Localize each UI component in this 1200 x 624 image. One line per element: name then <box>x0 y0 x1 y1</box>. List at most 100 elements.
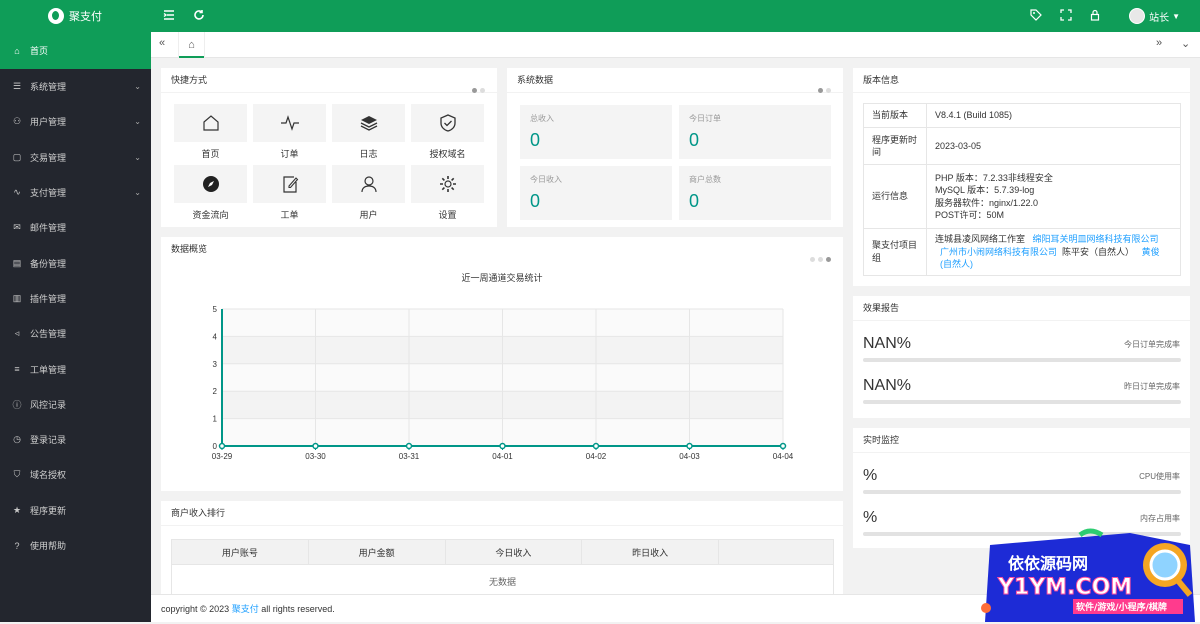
info-icon: ⓘ <box>12 399 22 410</box>
sidebar-item-update[interactable]: ★ 程序更新 <box>0 493 151 528</box>
col-today[interactable]: 今日收入 <box>444 539 583 565</box>
sidebar-item-help[interactable]: ? 使用帮助 <box>0 528 151 563</box>
sidebar-item-backup[interactable]: ▤ 备份管理 <box>0 245 151 280</box>
today-completion-bar <box>863 358 1181 362</box>
tab-bar: « ⌂ » ⌄ <box>151 32 1200 58</box>
gear-icon <box>411 165 484 203</box>
users-icon <box>332 165 405 203</box>
note-icon: ▤ <box>12 257 22 268</box>
quick-card: 快捷方式 首页 订单 日志 授权域名 资金流向 工单 用户 设置 <box>161 68 497 227</box>
layers-icon <box>332 104 405 142</box>
home-icon <box>174 104 247 142</box>
menu-fold-icon[interactable] <box>162 9 176 23</box>
chart-icon: ▥ <box>12 292 22 303</box>
tabs-right-icon[interactable]: » <box>1156 37 1162 49</box>
stat-merchants: 商户总数 0 <box>679 166 831 220</box>
data-point <box>499 442 506 450</box>
data-point <box>592 442 600 450</box>
yesterday-completion-label: 昨日订单完成率 <box>1124 382 1180 391</box>
team-link-3[interactable]: 黄俊 <box>1142 247 1160 257</box>
sysdata-card: 系统数据 总收入 0 今日订单 0 今日收入 0 商户总数 0 <box>507 68 843 227</box>
quick-logs[interactable]: 日志 <box>332 104 405 159</box>
sidebar-item-ticket[interactable]: ≡ 工单管理 <box>0 351 151 386</box>
yesterday-completion-bar <box>863 400 1181 404</box>
sysdata-title: 系统数据 <box>507 68 843 93</box>
sidebar: ⌂ 首页 ☰ 系统管理 ⌄ ⚇ 用户管理 ⌄ ▢ 交易管理 ⌄ ∿ 支付管理 ⌄ ✉ 邮件管理 ▤ 备… <box>0 32 151 622</box>
user-menu[interactable]: 站长 ▼ <box>1129 8 1180 24</box>
col-amount[interactable]: 用户金额 <box>307 539 446 565</box>
fullscreen-icon[interactable] <box>1059 9 1073 23</box>
svg-text:Y1YM.COM: Y1YM.COM <box>997 575 1132 600</box>
yesterday-completion-value: NAN% <box>863 377 912 394</box>
refresh-icon[interactable] <box>192 9 206 23</box>
star-icon: ★ <box>12 504 22 515</box>
team-link-2[interactable]: 广州市小闹网络科技有限公司 <box>940 247 1057 257</box>
lock-icon[interactable] <box>1088 9 1102 23</box>
quick-orders[interactable]: 订单 <box>253 104 326 159</box>
tab-home[interactable]: ⌂ <box>178 32 205 58</box>
mail-icon: ✉ <box>13 222 21 233</box>
shield-icon: ⛉ <box>13 469 21 480</box>
tabs-left-icon[interactable]: « <box>159 37 165 49</box>
sidebar-item-notice[interactable]: ◃ 公告管理 <box>0 316 151 351</box>
chevron-down-icon: ⌄ <box>134 188 141 198</box>
version-title: 版本信息 <box>853 68 1190 93</box>
tag-icon[interactable] <box>1029 9 1043 23</box>
team-link-1[interactable]: 绵阳耳关明皿网络科技有限公司 <box>1033 234 1159 244</box>
quick-funds[interactable]: 资金流向 <box>174 165 247 220</box>
carousel-dots[interactable] <box>815 78 831 103</box>
sidebar-item-risk[interactable]: ⓘ 风控记录 <box>0 387 151 422</box>
line-chart: 近一周通道交易统计 0 1 2 3 4 5 03-29 03-30 03-31 04-01 04-0… <box>212 272 794 461</box>
effect-card: 效果报告 NAN% 今日订单完成率 NAN% 昨日订单完成率 <box>853 296 1190 418</box>
data-point <box>218 442 226 450</box>
overview-card: 数据概览 近一周通道交易统计 0 1 2 3 4 5 03-29 03-30 03-31 04-0… <box>161 237 843 491</box>
cpu-value: % <box>863 467 878 484</box>
carousel-dots[interactable] <box>469 78 485 103</box>
col-yesterday[interactable]: 昨日收入 <box>581 539 719 565</box>
data-point <box>312 442 319 450</box>
today-completion-value: NAN% <box>863 335 912 352</box>
cpu-bar <box>863 490 1181 494</box>
sidebar-item-login-log[interactable]: ◷ 登录记录 <box>0 422 151 457</box>
y-tick-label: 5 <box>213 305 218 314</box>
col-account[interactable]: 用户账号 <box>171 539 309 565</box>
data-point <box>686 442 693 450</box>
tabs-menu-icon[interactable]: ⌄ <box>1181 37 1190 50</box>
sidebar-item-trade[interactable]: ▢ 交易管理 ⌄ <box>0 140 151 175</box>
sidebar-item-plugin[interactable]: ▥ 插件管理 <box>0 281 151 316</box>
sidebar-item-users[interactable]: ⚇ 用户管理 ⌄ <box>0 104 151 139</box>
speaker-icon: ◃ <box>14 328 20 339</box>
quick-users[interactable]: 用户 <box>332 165 405 220</box>
quick-tickets[interactable]: 工单 <box>253 165 326 220</box>
stat-today-income: 今日收入 0 <box>520 166 672 220</box>
help-icon: ? <box>14 540 20 551</box>
quick-home[interactable]: 首页 <box>174 104 247 159</box>
x-tick-label: 04-04 <box>773 452 794 461</box>
y-tick-label: 4 <box>213 332 218 341</box>
monitor-title: 实时监控 <box>853 428 1190 453</box>
svg-text:依依源码网: 依依源码网 <box>1008 554 1088 573</box>
list-icon: ≡ <box>14 364 20 375</box>
sidebar-item-system[interactable]: ☰ 系统管理 ⌄ <box>0 69 151 104</box>
sidebar-item-domain[interactable]: ⛉ 域名授权 <box>0 457 151 492</box>
x-tick-label: 03-29 <box>212 452 233 461</box>
shield-check-icon <box>411 104 484 142</box>
sidebar-item-payment[interactable]: ∿ 支付管理 ⌄ <box>0 175 151 210</box>
y-tick-label: 0 <box>213 442 218 451</box>
user-name: 站长 <box>1149 12 1170 24</box>
logo[interactable]: 聚支付 <box>0 0 150 32</box>
quick-settings[interactable]: 设置 <box>411 165 484 220</box>
logo-icon <box>48 8 64 24</box>
home-icon: ⌂ <box>14 45 20 56</box>
y-tick-label: 3 <box>213 360 218 369</box>
chevron-down-icon: ⌄ <box>134 117 141 127</box>
top-bar: 聚支付 站长 ▼ <box>0 0 1200 32</box>
quick-domains[interactable]: 授权域名 <box>411 104 484 159</box>
stat-today-orders: 今日订单 0 <box>679 105 831 159</box>
home-icon: ⌂ <box>188 39 195 51</box>
svg-text:软件/游戏/小程序/棋牌: 软件/游戏/小程序/棋牌 <box>1076 601 1167 613</box>
sidebar-item-home[interactable]: ⌂ 首页 <box>0 32 151 69</box>
footer-brand-link[interactable]: 聚支付 <box>232 604 259 614</box>
ranking-card: 商户收入排行 用户账号 用户金额 今日收入 昨日收入 无数据 <box>161 501 843 599</box>
sidebar-item-mail[interactable]: ✉ 邮件管理 <box>0 210 151 245</box>
